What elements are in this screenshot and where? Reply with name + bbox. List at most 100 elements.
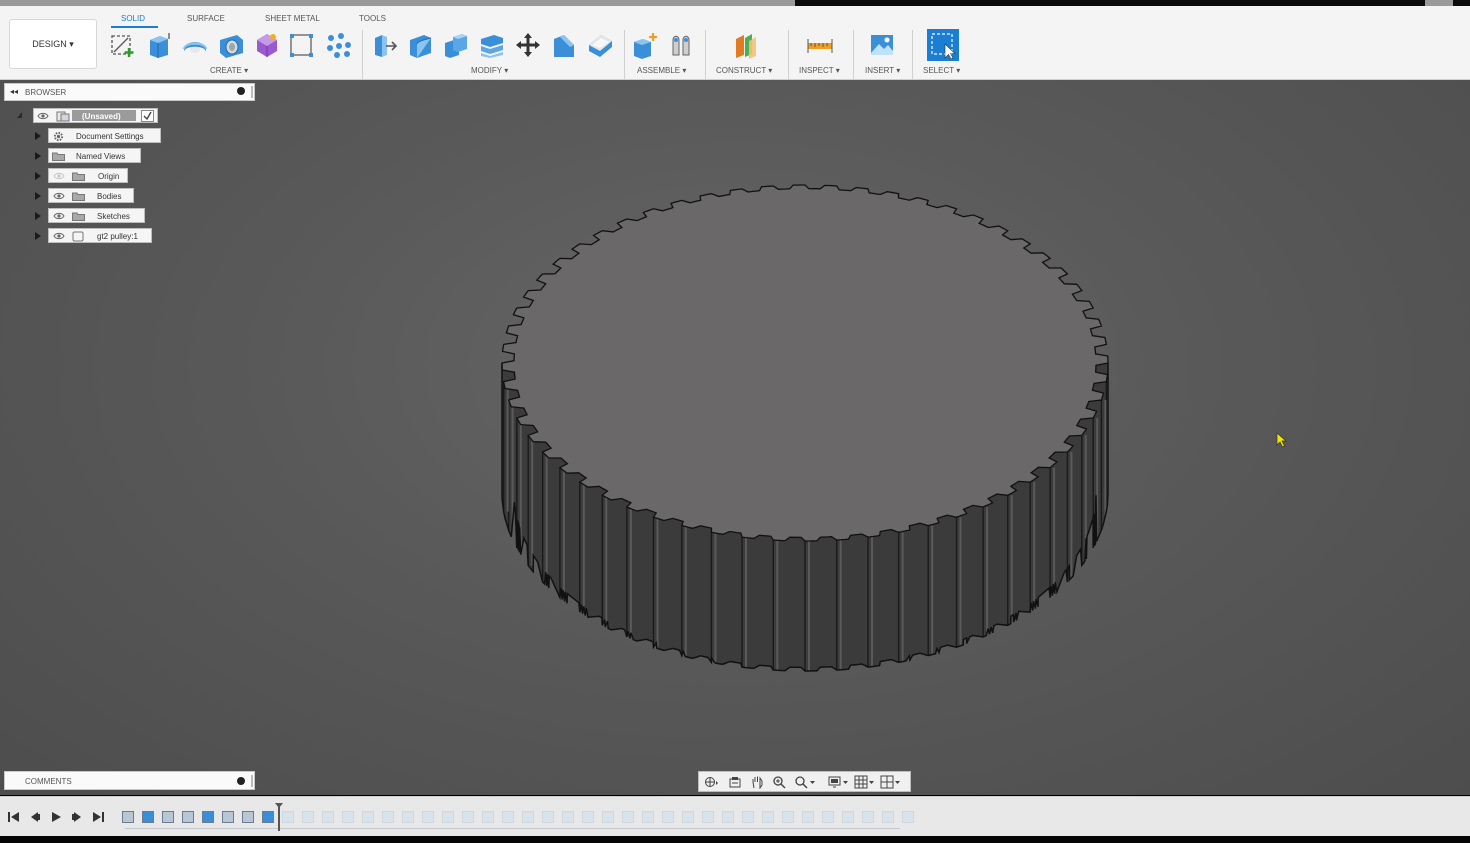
group-modify[interactable]: MODIFY ▾ bbox=[471, 66, 508, 75]
panel-resize-handle[interactable] bbox=[251, 86, 253, 98]
timeline-feature[interactable] bbox=[142, 811, 154, 823]
group-create[interactable]: CREATE ▾ bbox=[210, 66, 248, 75]
measure-icon[interactable] bbox=[806, 30, 834, 60]
timeline-feature-suppressed[interactable] bbox=[782, 811, 794, 823]
tree-item-gt2-pulley[interactable]: gt2 pulley:1 bbox=[48, 228, 152, 243]
timeline-marker-head-icon[interactable] bbox=[275, 803, 283, 808]
tab-solid[interactable]: SOLID bbox=[121, 14, 145, 23]
timeline-feature-suppressed[interactable] bbox=[462, 811, 474, 823]
insert-image-icon[interactable] bbox=[868, 30, 896, 60]
pan-icon[interactable] bbox=[749, 775, 765, 789]
collapse-panel-icon[interactable]: ◂◂ bbox=[10, 87, 18, 96]
timeline-feature-suppressed[interactable] bbox=[282, 811, 294, 823]
expand-arrow-icon[interactable] bbox=[35, 152, 41, 160]
panel-resize-handle[interactable] bbox=[251, 775, 253, 787]
timeline-feature-suppressed[interactable] bbox=[442, 811, 454, 823]
timeline-feature-suppressed[interactable] bbox=[362, 811, 374, 823]
timeline-feature-suppressed[interactable] bbox=[522, 811, 534, 823]
expand-arrow-icon[interactable] bbox=[35, 192, 41, 200]
tree-expanded-icon[interactable] bbox=[17, 112, 22, 118]
gt2-pulley-model[interactable] bbox=[0, 80, 1470, 795]
tab-surface[interactable]: SURFACE bbox=[187, 14, 225, 23]
tree-item-origin[interactable]: Origin bbox=[48, 168, 128, 183]
group-inspect[interactable]: INSPECT ▾ bbox=[799, 66, 840, 75]
timeline-first-icon[interactable] bbox=[7, 810, 21, 824]
viewports-icon[interactable] bbox=[879, 775, 903, 789]
timeline-marker[interactable] bbox=[278, 805, 280, 831]
timeline-last-icon[interactable] bbox=[91, 810, 105, 824]
timeline-feature-suppressed[interactable] bbox=[302, 811, 314, 823]
timeline-feature-suppressed[interactable] bbox=[682, 811, 694, 823]
timeline-feature-suppressed[interactable] bbox=[902, 811, 914, 823]
group-assemble[interactable]: ASSEMBLE ▾ bbox=[637, 66, 686, 75]
select-icon[interactable] bbox=[927, 29, 959, 61]
timeline-feature-suppressed[interactable] bbox=[862, 811, 874, 823]
3d-viewport[interactable] bbox=[0, 80, 1470, 795]
timeline-feature[interactable] bbox=[122, 811, 134, 823]
shell-icon[interactable] bbox=[586, 30, 614, 60]
tab-tools[interactable]: TOOLS bbox=[359, 14, 386, 23]
timeline-previous-icon[interactable] bbox=[28, 810, 42, 824]
timeline-feature-suppressed[interactable] bbox=[322, 811, 334, 823]
timeline-feature[interactable] bbox=[262, 811, 274, 823]
tree-item-named-views[interactable]: Named Views bbox=[48, 148, 141, 163]
form-icon[interactable] bbox=[253, 30, 281, 60]
extrude-icon[interactable] bbox=[145, 30, 173, 60]
expand-arrow-icon[interactable] bbox=[35, 212, 41, 220]
hole-icon[interactable] bbox=[217, 30, 245, 60]
tree-item-bodies[interactable]: Bodies bbox=[48, 188, 134, 203]
add-comment-icon[interactable] bbox=[237, 777, 245, 785]
visibility-eye-icon[interactable] bbox=[53, 192, 65, 200]
group-insert[interactable]: INSERT ▾ bbox=[865, 66, 900, 75]
timeline-feature[interactable] bbox=[242, 811, 254, 823]
tree-item-sketches[interactable]: Sketches bbox=[48, 208, 145, 223]
timeline-feature-suppressed[interactable] bbox=[342, 811, 354, 823]
combine-icon[interactable] bbox=[442, 30, 470, 60]
timeline-feature-suppressed[interactable] bbox=[702, 811, 714, 823]
timeline-feature[interactable] bbox=[162, 811, 174, 823]
expand-arrow-icon[interactable] bbox=[35, 172, 41, 180]
move-icon[interactable] bbox=[514, 30, 542, 60]
timeline-feature-suppressed[interactable] bbox=[542, 811, 554, 823]
timeline-feature-suppressed[interactable] bbox=[662, 811, 674, 823]
offset-face-icon[interactable] bbox=[478, 30, 506, 60]
timeline-feature-suppressed[interactable] bbox=[582, 811, 594, 823]
panel-pin-icon[interactable] bbox=[237, 87, 245, 95]
timeline-feature-suppressed[interactable] bbox=[842, 811, 854, 823]
timeline-feature-suppressed[interactable] bbox=[882, 811, 894, 823]
timeline-feature-suppressed[interactable] bbox=[422, 811, 434, 823]
joint-icon[interactable] bbox=[668, 30, 696, 60]
offset-plane-icon[interactable] bbox=[732, 30, 760, 60]
timeline-feature-suppressed[interactable] bbox=[722, 811, 734, 823]
workspace-switcher[interactable]: DESIGN ▾ bbox=[9, 19, 97, 69]
display-settings-icon[interactable] bbox=[827, 775, 851, 789]
timeline-feature-suppressed[interactable] bbox=[562, 811, 574, 823]
timeline-feature-suppressed[interactable] bbox=[742, 811, 754, 823]
timeline-feature-suppressed[interactable] bbox=[622, 811, 634, 823]
look-at-icon[interactable] bbox=[727, 775, 743, 789]
timeline-feature[interactable] bbox=[222, 811, 234, 823]
visibility-eye-icon[interactable] bbox=[37, 112, 49, 120]
timeline-feature-suppressed[interactable] bbox=[822, 811, 834, 823]
comments-panel[interactable]: COMMENTS bbox=[4, 771, 255, 790]
zoom-icon[interactable] bbox=[771, 775, 787, 789]
visibility-eye-icon[interactable] bbox=[53, 212, 65, 220]
orbit-icon[interactable] bbox=[703, 775, 719, 789]
revolve-icon[interactable] bbox=[181, 30, 209, 60]
timeline-feature-suppressed[interactable] bbox=[382, 811, 394, 823]
fit-icon[interactable] bbox=[793, 775, 817, 789]
timeline-feature-suppressed[interactable] bbox=[482, 811, 494, 823]
timeline-play-icon[interactable] bbox=[49, 810, 63, 824]
chamfer-icon[interactable] bbox=[550, 30, 578, 60]
tree-root-unsaved[interactable]: (Unsaved) bbox=[33, 108, 158, 123]
visibility-eye-icon[interactable] bbox=[53, 232, 65, 240]
press-pull-icon[interactable] bbox=[370, 30, 398, 60]
timeline-feature-suppressed[interactable] bbox=[502, 811, 514, 823]
timeline-feature[interactable] bbox=[182, 811, 194, 823]
visibility-eye-icon[interactable] bbox=[53, 172, 65, 180]
create-sketch-icon[interactable] bbox=[109, 30, 137, 60]
fillet-icon[interactable] bbox=[406, 30, 434, 60]
browser-panel-header[interactable]: ◂◂ BROWSER bbox=[4, 83, 255, 101]
group-select[interactable]: SELECT ▾ bbox=[923, 66, 960, 75]
expand-arrow-icon[interactable] bbox=[35, 232, 41, 240]
